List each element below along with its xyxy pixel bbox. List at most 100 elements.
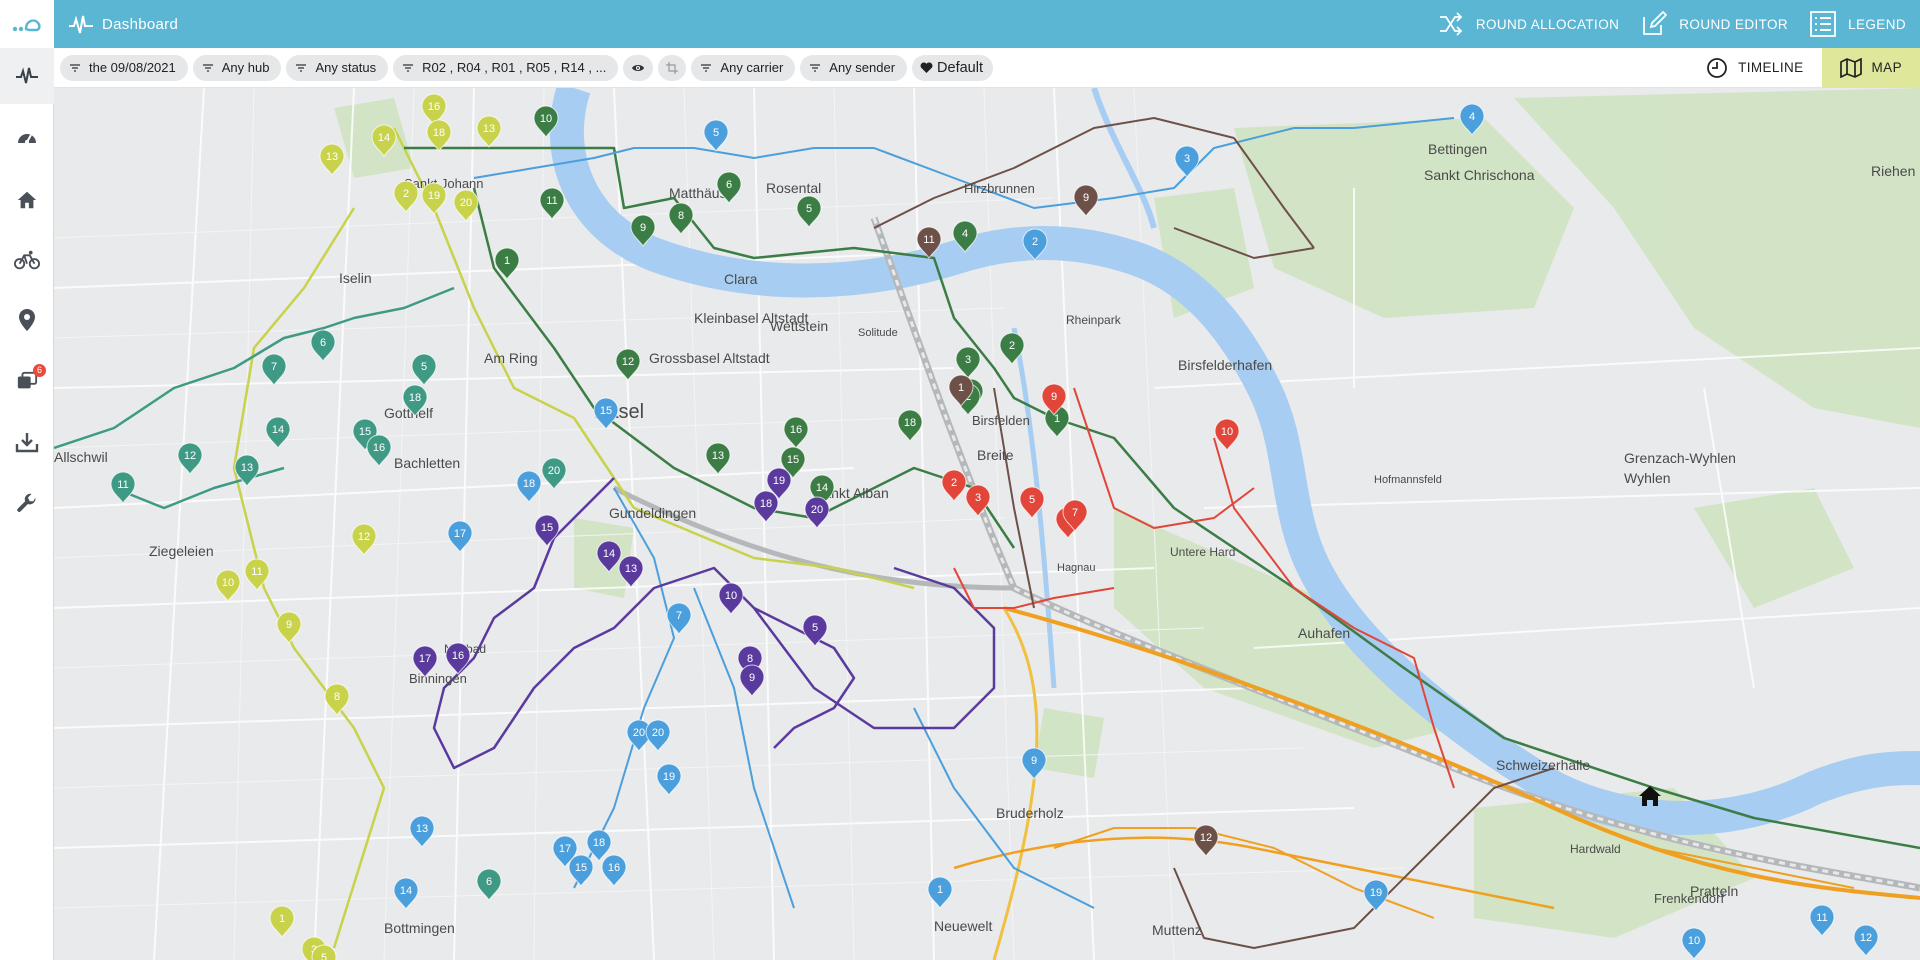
map-label: MAP: [1871, 60, 1902, 75]
pin-number: 12: [184, 450, 196, 462]
date-filter-label: the 09/08/2021: [89, 60, 176, 75]
pin-number: 10: [540, 113, 552, 125]
sender-filter-chip[interactable]: Any sender: [800, 54, 908, 81]
sidebar-item-speed[interactable]: [0, 110, 54, 166]
pin-number: 7: [271, 361, 277, 373]
place-label: Bachletten: [394, 455, 460, 471]
pin-number: 19: [663, 771, 675, 783]
round-allocation-button[interactable]: ROUND ALLOCATION: [1438, 0, 1619, 48]
map-canvas[interactable]: Matthäus Rosental Hirzbrunnen Clara Kleinbas…: [54, 88, 1920, 960]
wrench-icon: [17, 493, 36, 512]
sidebar-item-import[interactable]: [0, 414, 54, 470]
map-icon: [1839, 57, 1862, 78]
carrier-filter-chip[interactable]: Any carrier: [691, 54, 796, 81]
pin-number: 13: [625, 563, 637, 575]
pin-number: 5: [812, 622, 818, 634]
pin-number: 8: [747, 653, 753, 665]
pin-number: 9: [1031, 755, 1037, 767]
pin-number: 12: [1860, 932, 1872, 944]
preset-label: Default: [937, 59, 983, 76]
place-label: Neuewelt: [934, 918, 992, 934]
eye-icon: [632, 64, 645, 71]
pin-number: 2: [1032, 236, 1038, 248]
pin-number: 1: [279, 913, 285, 925]
map-view-button[interactable]: MAP: [1821, 47, 1920, 88]
pin-number: 20: [652, 727, 664, 739]
preset-chip[interactable]: Default: [912, 54, 993, 81]
pin-number: 1: [1054, 413, 1060, 425]
filter-icon: [70, 63, 80, 72]
home-icon: [17, 191, 37, 209]
pin-number: 16: [452, 650, 464, 662]
pin-number: 4: [962, 228, 968, 240]
place-label: Grossbasel Altstadt: [649, 350, 770, 366]
place-label: Muttenz: [1152, 922, 1202, 938]
pin-number: 11: [117, 479, 128, 491]
place-label: Bettingen: [1428, 141, 1487, 157]
sidebar-item-activity[interactable]: [0, 48, 54, 104]
sidebar-item-locations[interactable]: [0, 292, 54, 348]
place-label: Am Ring: [484, 350, 538, 366]
dashboard-label: Dashboard: [102, 15, 179, 33]
hub-filter-chip[interactable]: Any hub: [192, 54, 282, 81]
dashboard-title[interactable]: Dashboard: [54, 13, 178, 35]
sidebar-item-carriers[interactable]: [0, 232, 54, 288]
round-editor-button[interactable]: ROUND EDITOR: [1641, 0, 1788, 48]
clock-icon: [1707, 57, 1727, 78]
map-svg[interactable]: Matthäus Rosental HirzbrunnenClaraKleinbas…: [54, 88, 1920, 960]
filter-icon: [701, 63, 712, 72]
place-label: Ziegeleien: [149, 543, 214, 559]
round-editor-label: ROUND EDITOR: [1679, 16, 1789, 32]
pin-number: 15: [575, 862, 587, 874]
round-allocation-label: ROUND ALLOCATION: [1475, 16, 1620, 32]
crop-toggle[interactable]: [658, 54, 687, 81]
pulse-icon: [16, 67, 38, 84]
visibility-toggle[interactable]: [623, 54, 654, 81]
pin-number: 16: [373, 442, 385, 454]
sender-filter-label: Any sender: [829, 60, 896, 75]
pin-number: 13: [241, 462, 253, 474]
pin-number: 12: [1200, 832, 1212, 844]
map-pin-icon: [19, 309, 35, 331]
place-label: Gundeldingen: [609, 505, 696, 521]
sidebar-item-messages[interactable]: 6: [0, 354, 54, 410]
place-label: Allschwil: [54, 449, 108, 465]
pin-number: 9: [749, 672, 755, 684]
filter-bar: the 09/08/2021 Any hub Any status R02 , …: [54, 47, 1920, 88]
pin-number: 9: [286, 619, 292, 631]
carrier-filter-label: Any carrier: [720, 60, 784, 75]
pin-number: 11: [251, 566, 262, 578]
pin-number: 12: [358, 531, 370, 543]
date-filter-chip[interactable]: the 09/08/2021: [60, 54, 188, 81]
pin-number: 16: [428, 101, 440, 113]
edit-icon: [1643, 11, 1668, 35]
status-filter-chip[interactable]: Any status: [286, 54, 389, 81]
pin-number: 20: [811, 504, 823, 516]
pin-number: 15: [541, 522, 553, 534]
pin-number: 1: [958, 382, 964, 394]
pin-number: 13: [483, 123, 495, 135]
pin-number: 7: [676, 610, 682, 622]
legend-button[interactable]: LEGEND: [1810, 0, 1906, 48]
sidebar-item-settings[interactable]: [0, 476, 54, 532]
pin-number: 2: [1009, 340, 1015, 352]
pin-number: 14: [378, 132, 390, 144]
pulse-icon: [69, 15, 93, 34]
pin-number: 17: [559, 843, 571, 855]
pin-number: 17: [419, 653, 431, 665]
pin-number: 10: [222, 577, 234, 589]
place-label: Grenzach-Wyhlen: [1624, 450, 1736, 466]
pin-number: 11: [1816, 912, 1827, 924]
pin-number: 3: [1184, 153, 1190, 165]
timeline-view-button[interactable]: TIMELINE: [1688, 48, 1821, 88]
pin-number: 10: [1221, 426, 1233, 438]
app-logo[interactable]: [0, 0, 54, 48]
pin-number: 13: [326, 151, 338, 163]
speedometer-icon: [18, 133, 36, 144]
timeline-label: TIMELINE: [1738, 60, 1804, 75]
sidebar-item-hubs[interactable]: [0, 172, 54, 228]
rounds-filter-chip[interactable]: R02 , R04 , R01 , R05 , R14 , ...: [393, 54, 619, 81]
pin-number: 19: [1370, 887, 1382, 899]
view-toggle: TIMELINE MAP: [1688, 47, 1920, 88]
pin-number: 20: [633, 727, 645, 739]
